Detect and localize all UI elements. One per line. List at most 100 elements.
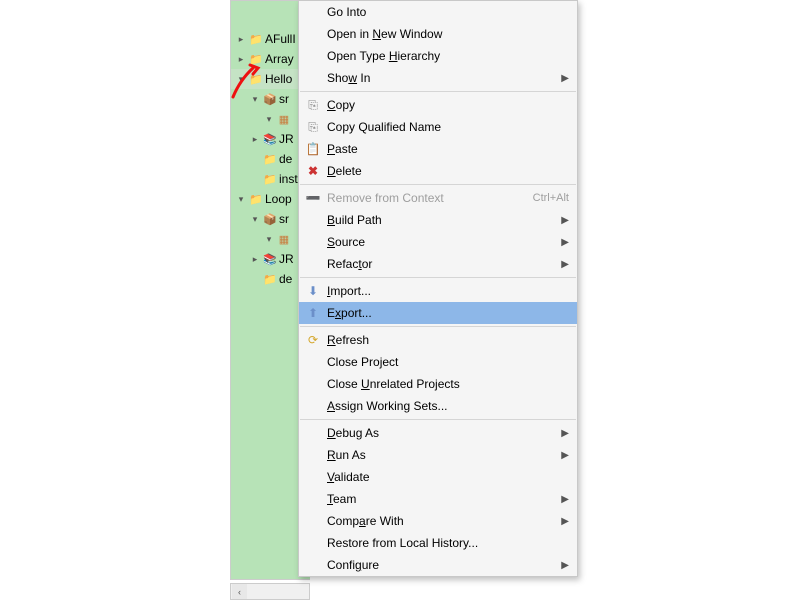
pkg-icon: ▦ (276, 111, 292, 127)
menu-item-export[interactable]: ⬆Export... (299, 302, 577, 324)
chevron-down-icon[interactable]: ▾ (249, 93, 261, 105)
menu-item-label: Import... (327, 284, 569, 298)
menu-item-validate[interactable]: Validate (299, 466, 577, 488)
blank-icon (299, 373, 327, 395)
menu-item-label: Assign Working Sets... (327, 399, 569, 413)
tree-item-label: Array (265, 52, 294, 66)
menu-item-build-path[interactable]: Build Path▶ (299, 209, 577, 231)
tree-item-label: de (279, 152, 292, 166)
menu-item-debug-as[interactable]: Debug As▶ (299, 422, 577, 444)
blank-icon (299, 23, 327, 45)
chevron-right-icon[interactable]: ▸ (249, 253, 261, 265)
menu-item-close-unrelated-projects[interactable]: Close Unrelated Projects (299, 373, 577, 395)
blank-icon (299, 209, 327, 231)
copy-icon: ⎘ (299, 116, 327, 138)
scroll-left-icon[interactable]: ‹ (232, 584, 247, 599)
menu-item-copy-qualified-name[interactable]: ⎘Copy Qualified Name (299, 116, 577, 138)
menu-item-show-in[interactable]: Show In▶ (299, 67, 577, 89)
menu-item-label: Run As (327, 448, 555, 462)
menu-item-open-in-new-window[interactable]: Open in New Window (299, 23, 577, 45)
blank-icon (299, 231, 327, 253)
context-menu[interactable]: Go Into Open in New Window Open Type Hiera… (298, 0, 578, 577)
blank-icon (299, 532, 327, 554)
menu-item-refactor[interactable]: Refactor▶ (299, 253, 577, 275)
delete-icon: ✖ (299, 160, 327, 182)
menu-item-label: Close Project (327, 355, 569, 369)
chevron-down-icon[interactable]: ▾ (263, 113, 275, 125)
menu-item-label: Team (327, 492, 555, 506)
menu-item-label: Refresh (327, 333, 569, 347)
menu-item-label: Open in New Window (327, 27, 569, 41)
blank-icon (299, 67, 327, 89)
chevron-down-icon[interactable]: ▾ (249, 213, 261, 225)
import-icon: ⬇ (299, 280, 327, 302)
menu-item-label: Compare With (327, 514, 555, 528)
pkg-icon: ▦ (276, 231, 292, 247)
chevron-down-icon[interactable]: ▾ (263, 233, 275, 245)
submenu-arrow-icon: ▶ (555, 73, 569, 84)
blank-icon (299, 422, 327, 444)
folder-icon: 📁 (248, 51, 264, 67)
proj-icon: 📁 (248, 71, 264, 87)
remove-icon: ➖ (299, 187, 327, 209)
paste-icon: 📋 (299, 138, 327, 160)
submenu-arrow-icon: ▶ (555, 450, 569, 461)
folder-icon: 📁 (262, 271, 278, 287)
blank-icon (299, 510, 327, 532)
tree-item-label: sr (279, 92, 289, 106)
chevron-right-icon[interactable]: ▸ (249, 133, 261, 145)
menu-separator (300, 91, 576, 92)
menu-item-label: Refactor (327, 257, 555, 271)
tree-item-label: JR (279, 252, 294, 266)
blank-icon (299, 554, 327, 576)
menu-item-remove-from-context: ➖Remove from ContextCtrl+Alt (299, 187, 577, 209)
menu-item-open-type-hierarchy[interactable]: Open Type Hierarchy (299, 45, 577, 67)
tree-item-label: Loop (265, 192, 292, 206)
chevron-right-icon[interactable]: ▸ (235, 53, 247, 65)
menu-item-label: Copy Qualified Name (327, 120, 569, 134)
menu-item-restore-from-local-history[interactable]: Restore from Local History... (299, 532, 577, 554)
tree-item-label: JR (279, 132, 294, 146)
menu-item-refresh[interactable]: ⟳Refresh (299, 329, 577, 351)
menu-separator (300, 184, 576, 185)
tree-item-label: Hello (265, 72, 292, 86)
chevron-down-icon[interactable]: ▾ (235, 193, 247, 205)
menu-item-paste[interactable]: 📋Paste (299, 138, 577, 160)
tree-item-label: sr (279, 212, 289, 226)
menu-item-source[interactable]: Source▶ (299, 231, 577, 253)
menu-item-team[interactable]: Team▶ (299, 488, 577, 510)
menu-item-import[interactable]: ⬇Import... (299, 280, 577, 302)
menu-item-label: Debug As (327, 426, 555, 440)
menu-item-copy[interactable]: ⎘Copy (299, 94, 577, 116)
menu-item-label: Build Path (327, 213, 555, 227)
src-icon: 📦 (262, 211, 278, 227)
menu-item-accel: Ctrl+Alt (523, 192, 569, 204)
blank-icon (299, 466, 327, 488)
jre-icon: 📚 (262, 131, 278, 147)
blank-icon (299, 253, 327, 275)
submenu-arrow-icon: ▶ (555, 259, 569, 270)
menu-item-label: Paste (327, 142, 569, 156)
menu-separator (300, 326, 576, 327)
menu-item-configure[interactable]: Configure▶ (299, 554, 577, 576)
export-icon: ⬆ (299, 302, 327, 324)
menu-item-assign-working-sets[interactable]: Assign Working Sets... (299, 395, 577, 417)
submenu-arrow-icon: ▶ (555, 560, 569, 571)
menu-item-label: Delete (327, 164, 569, 178)
horizontal-scrollbar[interactable]: ‹ (230, 583, 310, 600)
folder-icon: 📁 (248, 31, 264, 47)
menu-item-go-into[interactable]: Go Into (299, 1, 577, 23)
blank-icon (299, 444, 327, 466)
chevron-right-icon[interactable]: ▸ (235, 33, 247, 45)
menu-item-run-as[interactable]: Run As▶ (299, 444, 577, 466)
menu-item-label: Copy (327, 98, 569, 112)
menu-item-label: Open Type Hierarchy (327, 49, 569, 63)
copy-icon: ⎘ (299, 94, 327, 116)
blank-icon (299, 395, 327, 417)
menu-item-delete[interactable]: ✖Delete (299, 160, 577, 182)
menu-item-close-project[interactable]: Close Project (299, 351, 577, 373)
folder-icon: 📁 (262, 171, 278, 187)
menu-item-compare-with[interactable]: Compare With▶ (299, 510, 577, 532)
chevron-down-icon[interactable]: ▾ (235, 73, 247, 85)
submenu-arrow-icon: ▶ (555, 516, 569, 527)
